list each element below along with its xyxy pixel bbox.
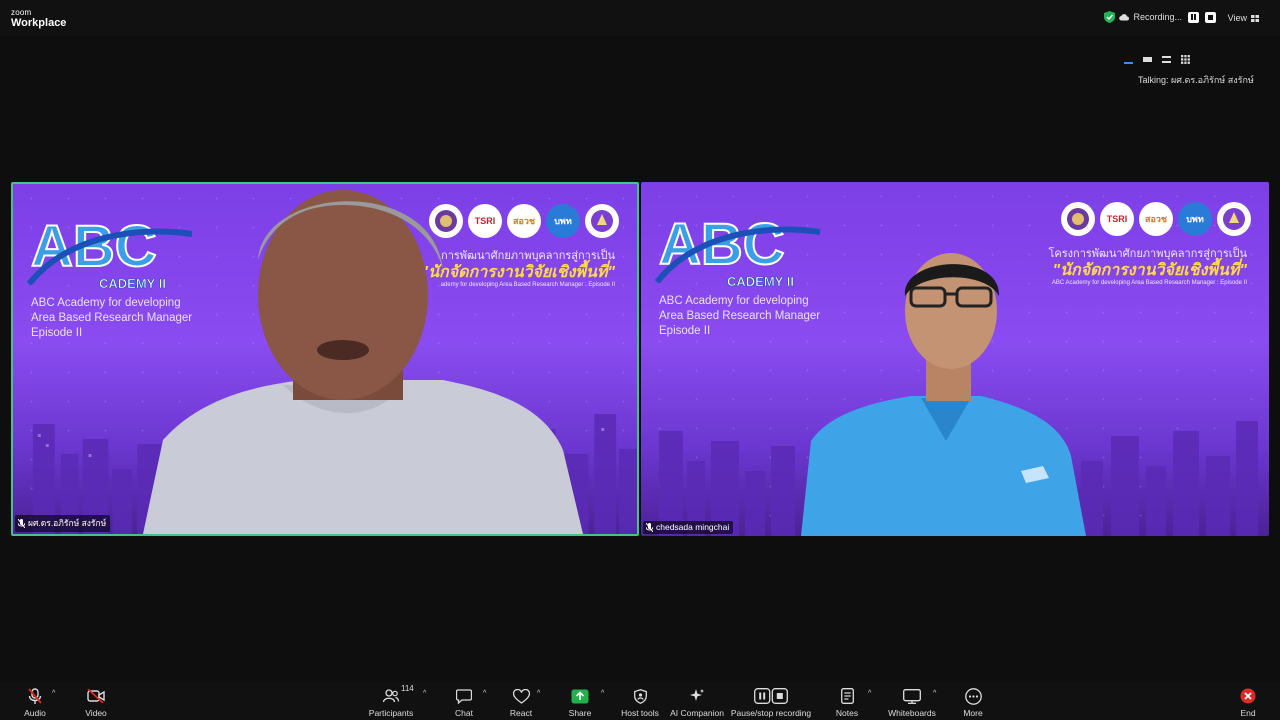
layout-thumbnail-button[interactable] <box>1143 56 1152 62</box>
whiteboards-button[interactable]: Whiteboards <box>877 686 947 718</box>
svg-text:ABC: ABC <box>659 212 785 277</box>
react-options-caret[interactable]: ^ <box>537 690 540 697</box>
participant-name-tag: ผศ.ดร.อภิรักษ์ สงรักษ์ <box>15 515 111 532</box>
participants-label: Participants <box>368 708 414 718</box>
video-tile-speaker[interactable]: ABC CADEMY II ABC Academy for developing… <box>11 182 639 536</box>
notes-label: Notes <box>835 708 859 718</box>
cloud-icon <box>1119 14 1130 21</box>
layout-stacked-button[interactable] <box>1162 55 1171 63</box>
pause-icon <box>1191 14 1196 20</box>
sorwoch-logo: สอวช <box>1139 202 1173 236</box>
more-button[interactable]: More <box>938 686 1008 718</box>
video-button[interactable]: Video <box>61 686 131 718</box>
participants-button[interactable]: 114 Participants <box>356 684 426 718</box>
sparkle-icon <box>690 689 704 701</box>
share-screen-icon <box>571 689 589 703</box>
logo-small: zoom <box>11 8 32 17</box>
host-tools-icon-wrap <box>633 686 647 706</box>
notes-button[interactable]: Notes <box>812 686 882 718</box>
participant-video <box>801 253 1086 536</box>
participants-count: 114 <box>401 684 414 693</box>
notes-options-caret[interactable]: ^ <box>868 690 871 697</box>
recording-controls-icon-wrap <box>754 686 788 706</box>
chat-label: Chat <box>455 708 473 718</box>
ai-companion-button[interactable]: AI Companion <box>662 686 732 718</box>
whiteboards-options-caret[interactable]: ^ <box>933 690 936 697</box>
university-logo <box>585 204 619 238</box>
heart-icon <box>512 688 530 704</box>
participant-video <box>143 190 583 534</box>
mic-muted-icon <box>18 518 25 528</box>
host-tools-label: Host tools <box>621 708 659 718</box>
zoom-workplace-logo: zoom Workplace <box>11 9 66 29</box>
participants-icon <box>383 689 399 703</box>
chat-bubble-icon <box>456 688 472 704</box>
whiteboards-icon-wrap <box>903 686 921 706</box>
audio-options-caret[interactable]: ^ <box>52 690 55 697</box>
view-label: View <box>1227 13 1247 23</box>
mic-muted-icon <box>28 688 42 704</box>
share-label: Share <box>568 708 592 718</box>
more-dots-icon <box>964 687 982 705</box>
audio-button[interactable]: Audio <box>0 686 70 718</box>
end-meeting-button[interactable]: End <box>1213 686 1280 718</box>
participants-options-caret[interactable]: ^ <box>423 690 426 697</box>
chat-icon-wrap <box>456 686 472 706</box>
notes-icon-wrap <box>840 686 854 706</box>
layout-switcher <box>1124 54 1190 64</box>
recording-label: Recording... <box>1133 12 1182 22</box>
video-icon-wrap <box>87 686 105 706</box>
logo-big: Workplace <box>11 17 67 29</box>
share-options-caret[interactable]: ^ <box>601 690 604 697</box>
borporthor-logo: บพท <box>1178 202 1212 236</box>
stop-recording-button[interactable] <box>1205 11 1216 23</box>
whiteboard-icon <box>903 688 921 704</box>
react-label: React <box>509 708 533 718</box>
view-button[interactable]: View <box>1228 13 1259 23</box>
shield-icon <box>633 688 647 704</box>
svg-text:ABC: ABC <box>31 214 157 279</box>
ai-companion-icon-wrap <box>689 686 705 706</box>
audio-label: Audio <box>24 708 46 718</box>
top-bar: zoom Workplace Recording... View <box>0 0 1280 36</box>
grid-view-icon <box>1251 14 1259 22</box>
end-icon-wrap <box>1240 686 1256 706</box>
participant-name: chedsada mingchai <box>656 522 730 532</box>
react-icon-wrap <box>512 686 530 706</box>
video-tile-participant[interactable]: ABC CADEMY II ABC Academy for developing… <box>641 182 1269 536</box>
more-icon-wrap <box>964 686 982 706</box>
tsri-logo: TSRI <box>1100 202 1134 236</box>
end-label: End <box>1240 708 1256 718</box>
more-label: More <box>963 708 983 718</box>
ai-companion-label: AI Companion <box>670 708 724 718</box>
gallery-grid-icon[interactable] <box>1181 54 1190 64</box>
video-off-icon <box>87 689 105 703</box>
audio-icon-wrap <box>28 686 42 706</box>
notes-icon <box>840 688 854 704</box>
recording-indicator: Recording... <box>1104 11 1216 23</box>
stop-icon <box>1208 14 1213 20</box>
mic-muted-icon <box>646 522 653 532</box>
pause-stop-recording-icon <box>754 688 788 704</box>
share-icon-wrap <box>571 686 589 706</box>
pause-recording-button[interactable] <box>1188 11 1199 23</box>
layout-speaker-button[interactable] <box>1124 62 1133 64</box>
talking-indicator: Talking: ผศ.ดร.อภิรักษ์ สงรักษ์ <box>1138 75 1254 85</box>
university-logo <box>1217 202 1251 236</box>
end-call-icon <box>1240 688 1256 704</box>
participants-icon-wrap: 114 <box>383 684 414 706</box>
pause-stop-recording-label: Pause/stop recording <box>730 708 812 718</box>
crest-icon <box>591 210 613 232</box>
pause-stop-recording-button[interactable]: Pause/stop recording <box>726 686 816 718</box>
participant-name-tag: chedsada mingchai <box>643 521 734 534</box>
meeting-toolbar: Audio ^ Video 114 Participants ^ Chat ^ … <box>0 682 1280 720</box>
security-shield-icon <box>1104 11 1116 23</box>
crest-icon <box>1223 208 1245 230</box>
video-label: Video <box>85 708 107 718</box>
participant-name: ผศ.ดร.อภิรักษ์ สงรักษ์ <box>28 518 107 528</box>
whiteboards-label: Whiteboards <box>888 708 936 718</box>
